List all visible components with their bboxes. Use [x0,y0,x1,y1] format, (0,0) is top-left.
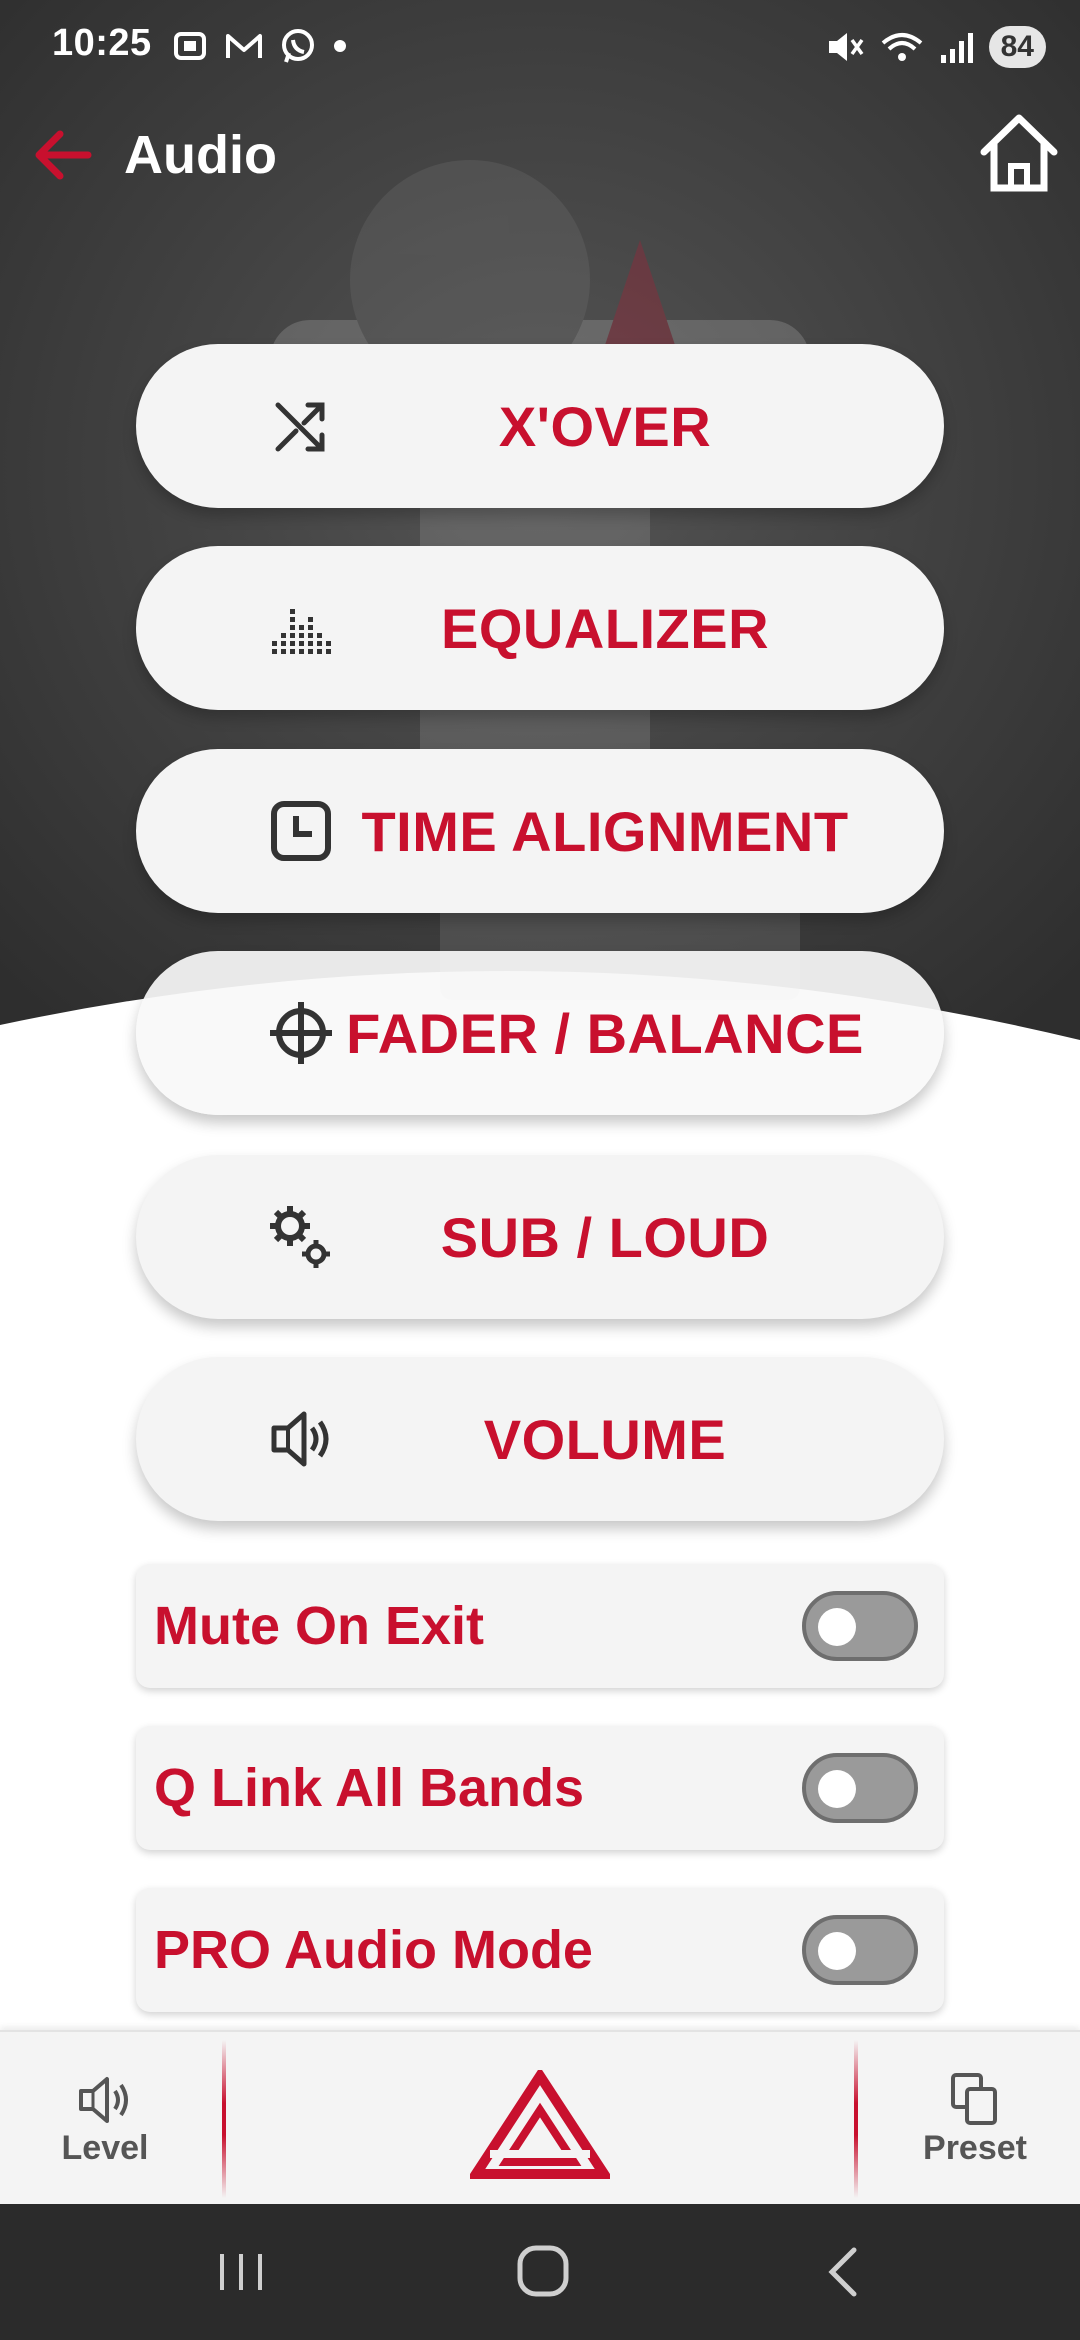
switch-knob [818,1932,856,1970]
q-link-all-bands-switch[interactable] [802,1753,918,1823]
volume-button[interactable]: VOLUME [136,1357,944,1521]
gmail-icon [226,34,262,58]
pro-audio-mode-label: PRO Audio Mode [154,1920,593,1980]
q-link-all-bands-label: Q Link All Bands [154,1758,585,1818]
notification-icons [170,26,350,66]
xover-button[interactable]: X'OVER [136,344,944,508]
fader-balance-label: FADER / BALANCE [346,1001,864,1065]
mute-icon [828,33,864,61]
equalizer-label: EQUALIZER [440,596,770,660]
bottom-divider-right [854,2040,858,2198]
switch-knob [818,1608,856,1646]
volume-label: VOLUME [483,1407,727,1471]
preset-label: Preset [923,2128,1027,2167]
level-label: Level [61,2128,149,2167]
back-arrow-icon[interactable] [28,120,98,190]
home-icon[interactable] [976,110,1062,196]
page-title: Audio [124,125,277,185]
time-alignment-button[interactable]: TIME ALIGNMENT [136,749,944,913]
pro-audio-mode-switch[interactable] [802,1915,918,1985]
dot-icon [334,40,346,52]
mute-on-exit-row: Mute On Exit [136,1564,944,1688]
copy-icon [951,2072,997,2125]
bottom-divider-left [222,2040,226,2198]
equalizer-button[interactable]: EQUALIZER [136,546,944,710]
status-bar: 10:25 84 [0,0,1080,100]
nav-back-icon[interactable] [810,2240,880,2304]
preset-tab[interactable]: Preset [900,2032,1050,2206]
wifi-icon [881,33,922,61]
signal-icon [940,33,973,63]
q-link-all-bands-row: Q Link All Bands [136,1726,944,1850]
mute-on-exit-label: Mute On Exit [154,1596,485,1656]
level-tab[interactable]: Level [40,2032,170,2206]
nav-home-icon[interactable] [508,2240,578,2304]
status-time: 10:25 [52,22,152,64]
switch-knob [818,1770,856,1808]
sub-loud-button[interactable]: SUB / LOUD [136,1155,944,1319]
time-alignment-label: TIME ALIGNMENT [361,799,849,863]
mute-on-exit-switch[interactable] [802,1591,918,1661]
bottom-bar: Level Preset [0,2030,1080,2206]
triangle-logo-icon[interactable] [470,2070,610,2180]
system-icons: 84 [825,26,1046,68]
system-nav-bar [0,2204,1080,2340]
pro-audio-mode-row: PRO Audio Mode [136,1888,944,2012]
screenshot-icon [174,32,206,60]
sub-loud-label: SUB / LOUD [440,1205,770,1269]
app-bar: Audio [0,110,1080,200]
whatsapp-icon [282,29,314,63]
fader-balance-button[interactable]: FADER / BALANCE [136,951,944,1115]
battery-indicator: 84 [988,26,1046,68]
speaker-icon [79,2076,128,2123]
xover-label: X'OVER [498,394,712,458]
recents-icon[interactable] [206,2240,276,2304]
